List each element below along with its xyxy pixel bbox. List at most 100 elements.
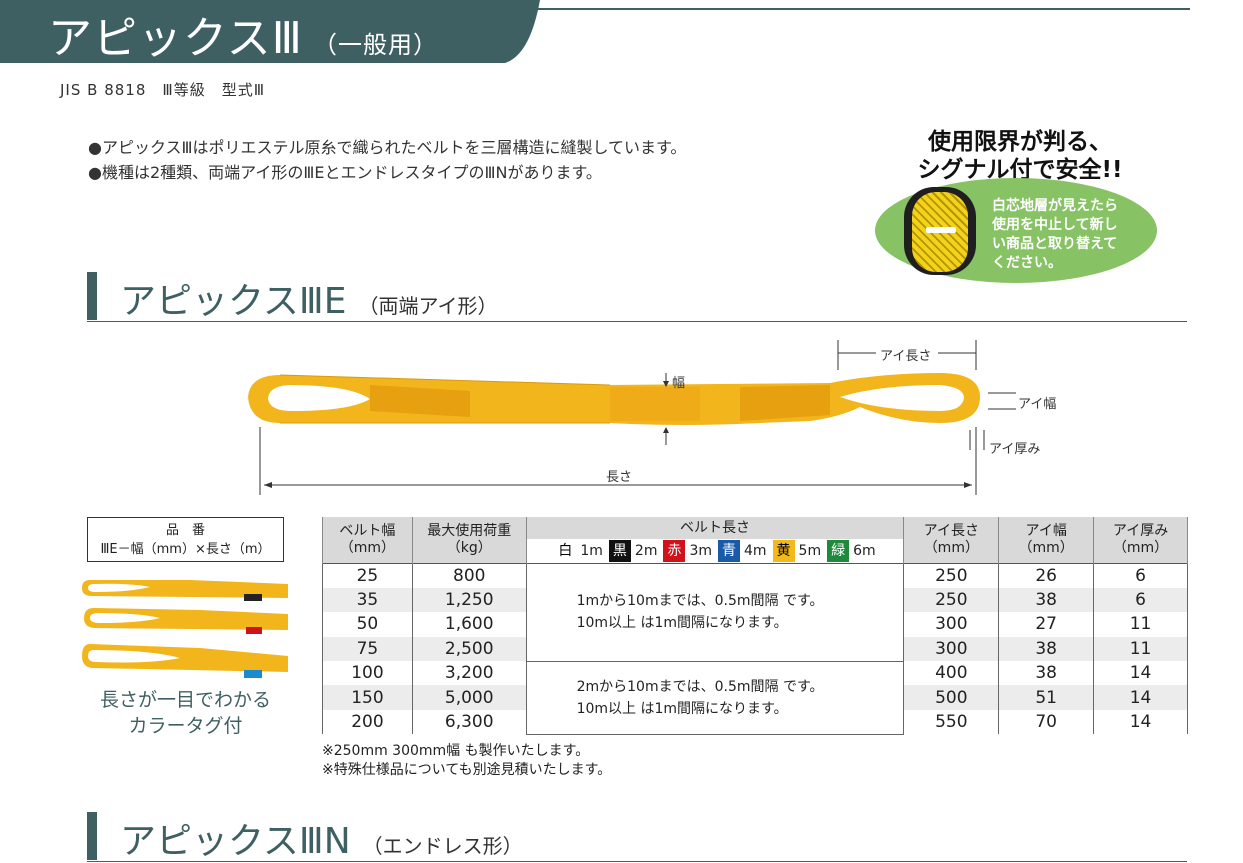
note-line: 10m以上 は1m間隔になります。 bbox=[576, 615, 788, 632]
cell-belt-width: 25 bbox=[322, 563, 413, 588]
table-row: 25 800 1mから10mまでは、0.5m間隔 です。 10m以上 は1m間隔になり… bbox=[322, 563, 1188, 662]
color-legend: 白 1m 黒 2m 赤 3m 青 4m 黄 5m 緑 6m bbox=[525, 539, 905, 564]
section-heading-n: アピックスⅢN （エンドレス形） bbox=[87, 812, 1187, 862]
cell-eye-length: 300 bbox=[903, 636, 1000, 662]
signal-belt-image bbox=[904, 187, 976, 275]
cell-eye-width: 70 bbox=[998, 709, 1095, 735]
caption-line: カラータグ付 bbox=[128, 715, 243, 737]
page-title-text: アピックスⅢ bbox=[48, 13, 304, 64]
cell-max-load: 5,000 bbox=[411, 685, 527, 710]
color-legend-item: 黄 5m bbox=[772, 540, 822, 562]
page-subtitle: （一般用） bbox=[313, 31, 439, 59]
part-number-format: ⅢE－幅（mm）×長さ（m） bbox=[100, 542, 271, 557]
part-number-title: 品 番 bbox=[165, 523, 205, 538]
note-line: 10m以上 は1m間隔になります。 bbox=[576, 700, 788, 717]
cell-eye-thickness: 11 bbox=[1093, 636, 1188, 662]
dim-eye-width: アイ幅 bbox=[1018, 397, 1057, 412]
cell-eye-width: 38 bbox=[998, 636, 1095, 662]
cell-max-load: 1,600 bbox=[411, 612, 527, 637]
color-length: 5m bbox=[798, 542, 822, 559]
color-swatch: 白 bbox=[554, 540, 577, 562]
cell-eye-width: 38 bbox=[998, 661, 1095, 686]
cell-belt-width: 75 bbox=[322, 636, 413, 662]
cell-eye-length: 550 bbox=[903, 709, 1000, 735]
cell-eye-thickness: 6 bbox=[1093, 563, 1188, 588]
cell-eye-thickness: 6 bbox=[1093, 587, 1188, 613]
dim-length: 長さ bbox=[606, 470, 633, 485]
cell-eye-width: 27 bbox=[998, 612, 1095, 637]
cell-eye-thickness: 11 bbox=[1093, 612, 1188, 637]
cell-eye-thickness: 14 bbox=[1093, 685, 1188, 710]
note-line: 2mから10mまでは、0.5m間隔 です。 bbox=[576, 678, 824, 695]
cell-max-load: 6,300 bbox=[411, 709, 527, 735]
cell-eye-width: 26 bbox=[998, 563, 1095, 588]
section-title-text: アピックスⅢE bbox=[120, 281, 347, 322]
caption-line: 長さが一目でわかる bbox=[99, 689, 271, 711]
cell-belt-width: 200 bbox=[322, 709, 413, 735]
cell-eye-length: 250 bbox=[903, 563, 1000, 588]
spec-table: ベルト幅 （mm） 最大使用荷重 （kg） ベルト長さ アイ長さ （mm） アイ幅 （m… bbox=[322, 517, 1188, 735]
feature-item: ●アピックスⅢはポリエステル原糸で織られたベルトを三層構造に縫製しています。 bbox=[88, 138, 687, 157]
cell-belt-width: 35 bbox=[322, 587, 413, 613]
color-length: 1m bbox=[580, 542, 603, 559]
cell-belt-width: 100 bbox=[322, 661, 413, 686]
signal-line: ください。 bbox=[992, 255, 1062, 271]
color-length: 4m bbox=[744, 542, 767, 559]
cell-max-load: 3,200 bbox=[411, 661, 527, 686]
col-header-belt-width: ベルト幅 （mm） bbox=[322, 517, 413, 564]
section-subtitle: （エンドレス形） bbox=[362, 834, 523, 858]
signal-line: 白芯地層が見えたら bbox=[992, 198, 1118, 214]
col-header-eye-length: アイ長さ （mm） bbox=[903, 517, 1000, 564]
jis-standard: JIS B 8818 Ⅲ等級 型式Ⅲ bbox=[60, 81, 266, 99]
table-row: 100 3,200 2mから10mまでは、0.5m間隔 です。 10m以上 は1m間隔… bbox=[322, 661, 1188, 735]
color-length: 2m bbox=[634, 542, 658, 559]
color-legend-item: 赤 3m bbox=[663, 540, 712, 562]
color-tag-image bbox=[82, 580, 288, 678]
color-legend-item: 緑 6m bbox=[827, 540, 876, 562]
dim-eye-length: アイ長さ bbox=[880, 349, 932, 364]
cell-max-load: 2,500 bbox=[411, 636, 527, 662]
section-title: アピックスⅢN （エンドレス形） bbox=[120, 812, 523, 863]
part-number-box: 品 番 ⅢE－幅（mm）×長さ（m） bbox=[87, 517, 284, 562]
cell-eye-thickness: 14 bbox=[1093, 709, 1188, 735]
cell-eye-length: 300 bbox=[903, 612, 1000, 637]
col-header-eye-width: アイ幅 （mm） bbox=[998, 517, 1095, 564]
color-length: 6m bbox=[853, 542, 876, 559]
color-legend-item: 白 1m bbox=[554, 540, 603, 562]
footnotes: ※250mm 300mm幅 も製作いたします。 ※特殊仕様品についても別途見積い… bbox=[322, 742, 611, 780]
feature-item: ●機種は2種類、両端アイ形のⅢEとエンドレスタイプのⅢNがあります。 bbox=[88, 163, 602, 182]
cell-belt-width: 150 bbox=[322, 685, 413, 710]
section-bar bbox=[87, 812, 97, 860]
color-length: 3m bbox=[689, 542, 712, 559]
cell-eye-thickness: 14 bbox=[1093, 661, 1188, 686]
sling-diagram bbox=[248, 340, 1016, 495]
col-header-eye-thickness: アイ厚み （mm） bbox=[1093, 517, 1188, 564]
signal-line: 使用を中止して新し bbox=[992, 217, 1118, 233]
color-swatch: 黒 bbox=[608, 540, 631, 562]
cell-eye-length: 500 bbox=[903, 685, 1000, 710]
section-title: アピックスⅢE （両端アイ形） bbox=[120, 272, 498, 324]
signal-description: 白芯地層が見えたら 使用を中止して新し い商品と取り替えて ください。 bbox=[992, 197, 1118, 273]
color-swatch: 黄 bbox=[772, 540, 795, 562]
section-subtitle: （両端アイ形） bbox=[358, 294, 498, 318]
color-swatch: 赤 bbox=[663, 540, 686, 562]
color-swatch: 緑 bbox=[827, 540, 850, 562]
cell-belt-width: 50 bbox=[322, 612, 413, 637]
note-line: 1mから10mまでは、0.5m間隔 です。 bbox=[576, 593, 824, 610]
feature-list: ●アピックスⅢはポリエステル原糸で織られたベルトを三層構造に縫製しています。 ●… bbox=[88, 135, 686, 185]
dim-eye-thickness: アイ厚み bbox=[989, 442, 1041, 457]
section-title-text: アピックスⅢN bbox=[120, 821, 351, 862]
color-legend-item: 黒 2m bbox=[608, 540, 658, 562]
color-tag-caption: 長さが一目でわかる カラータグ付 bbox=[87, 687, 284, 739]
col-header-max-load: 最大使用荷重 （kg） bbox=[411, 517, 527, 564]
section-heading-e: アピックスⅢE （両端アイ形） bbox=[87, 272, 1187, 322]
cell-max-load: 1,250 bbox=[411, 587, 527, 613]
color-swatch: 青 bbox=[718, 540, 740, 562]
dim-width: 幅 bbox=[672, 376, 686, 391]
header-rule bbox=[520, 8, 1190, 10]
signal-headline-line: 使用限界が判る、 bbox=[928, 129, 1112, 155]
cell-length-note: 1mから10mまでは、0.5m間隔 です。 10m以上 は1m間隔になります。 bbox=[525, 563, 905, 662]
signal-line: い商品と取り替えて bbox=[992, 236, 1118, 252]
color-legend-item: 青 4m bbox=[718, 540, 767, 562]
cell-length-note: 2mから10mまでは、0.5m間隔 です。 10m以上 は1m間隔になります。 bbox=[525, 661, 905, 735]
